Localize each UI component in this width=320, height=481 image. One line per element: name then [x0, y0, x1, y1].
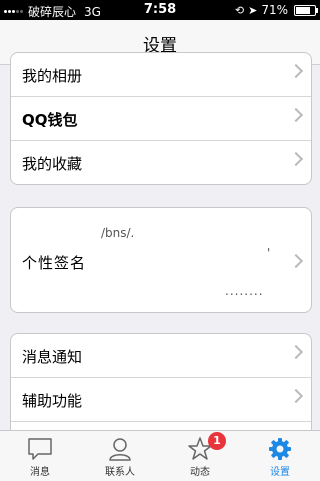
row-my-favorites[interactable]: 我的收藏 [11, 141, 311, 184]
row-label: 我的相册 [22, 67, 83, 85]
tab-messages[interactable]: 消息 [0, 431, 80, 481]
chevron-right-icon [288, 388, 304, 404]
row-label: 消息通知 [22, 348, 83, 366]
chevron-right-icon [288, 253, 304, 269]
row-signature[interactable]: /bns/. 个性签名 ' ........ [11, 208, 311, 312]
chevron-right-icon [288, 63, 304, 79]
rotation-lock-icon: ⟲ [234, 3, 245, 17]
row-label: 辅助功能 [22, 392, 83, 410]
row-qq-wallet[interactable]: QQ钱包 [11, 97, 311, 141]
location-icon: ➤ [248, 3, 258, 17]
tab-label: 联系人 [105, 467, 135, 478]
chevron-right-icon [288, 151, 304, 167]
signature-text-dots: ........ [225, 284, 264, 298]
row-accessibility[interactable]: 辅助功能 [11, 378, 311, 422]
signature-group: /bns/. 个性签名 ' ........ [10, 207, 312, 313]
tab-bar: 消息 联系人 动态 设置 [0, 430, 320, 481]
row-label: 我的收藏 [22, 155, 83, 173]
profile-group: 我的相册 QQ钱包 我的收藏 [10, 52, 312, 185]
settings-group: 消息通知 辅助功能 [10, 333, 312, 445]
row-my-album[interactable]: 我的相册 [11, 53, 311, 97]
row-label: QQ钱包 [22, 111, 78, 129]
row-notifications[interactable]: 消息通知 [11, 334, 311, 378]
notification-badge: 1 [208, 432, 226, 450]
battery-percent: 71% [261, 3, 288, 17]
gear-icon [269, 438, 291, 460]
person-icon [109, 438, 131, 461]
status-bar: 破碎辰心 3G 7:58 ⟲ ➤ 71% [0, 0, 320, 20]
chevron-right-icon [288, 107, 304, 123]
tab-label: 动态 [190, 467, 210, 478]
signature-text-mark: ' [267, 246, 271, 260]
tab-settings[interactable]: 设置 [240, 431, 320, 481]
battery-icon [294, 4, 318, 16]
tab-label: 消息 [30, 467, 50, 478]
signature-text-line: /bns/. [101, 226, 135, 240]
tab-label: 设置 [270, 467, 290, 478]
tab-feed[interactable]: 动态 [160, 431, 240, 481]
chevron-right-icon [288, 344, 304, 360]
row-label: 个性签名 [22, 254, 87, 272]
chat-bubble-icon [28, 438, 52, 460]
tab-contacts[interactable]: 联系人 [80, 431, 160, 481]
